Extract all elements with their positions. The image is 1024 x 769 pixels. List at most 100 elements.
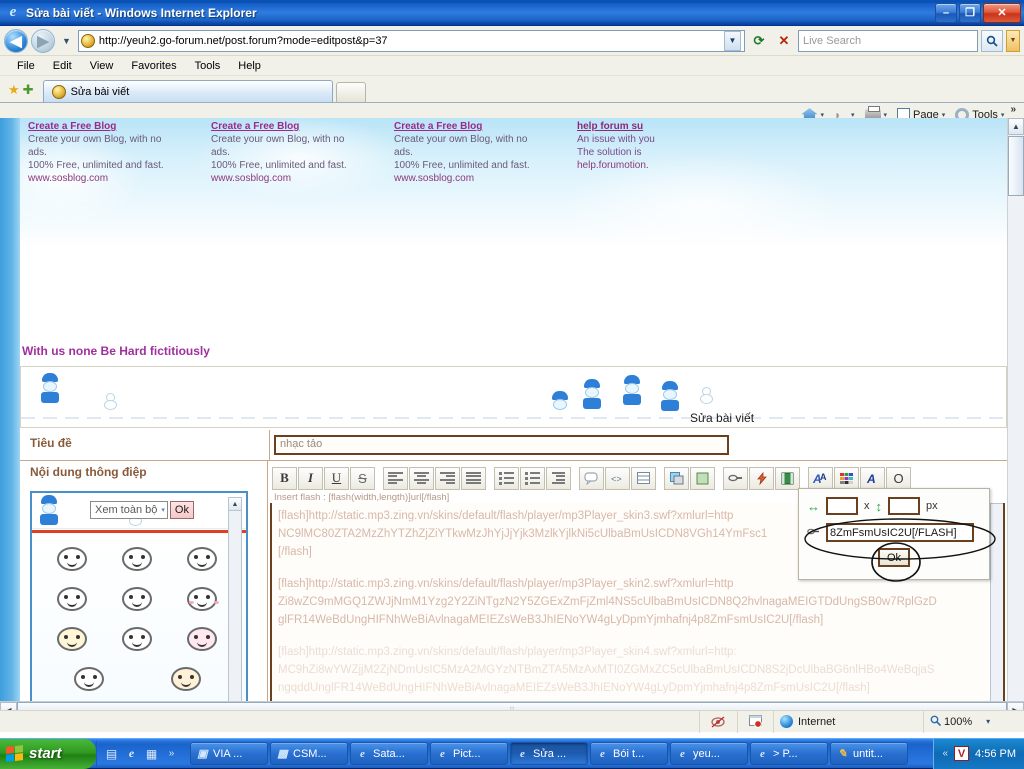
- chevron-down-icon[interactable]: ▾: [161, 506, 165, 514]
- security-zone[interactable]: Internet: [774, 710, 924, 733]
- align-center-button[interactable]: [409, 466, 434, 490]
- back-button[interactable]: ◀: [4, 28, 28, 53]
- textarea-scrollbar[interactable]: [990, 503, 1003, 718]
- menu-item-edit[interactable]: Edit: [44, 58, 81, 74]
- scroll-up-icon[interactable]: ▲: [1008, 118, 1024, 135]
- font-color-button[interactable]: AA: [808, 466, 833, 490]
- italic-button[interactable]: I: [298, 466, 323, 490]
- search-icon[interactable]: [981, 29, 1003, 52]
- indent-button[interactable]: [546, 466, 571, 490]
- stop-icon[interactable]: ✕: [773, 30, 795, 52]
- page-vertical-scrollbar[interactable]: ▲ ▼: [1007, 118, 1024, 718]
- underline-button[interactable]: U: [324, 466, 349, 490]
- scroll-up-icon[interactable]: ▲: [229, 498, 241, 511]
- refresh-icon[interactable]: ⟳: [748, 30, 770, 52]
- privacy-report-icon[interactable]: [700, 710, 738, 733]
- ad-title[interactable]: Create a Free Blog: [211, 120, 386, 133]
- ad-title[interactable]: Create a Free Blog: [28, 120, 203, 133]
- ad-item[interactable]: help forum su An issue with you The solu…: [569, 120, 752, 180]
- show-desktop-icon[interactable]: ▤: [104, 746, 119, 761]
- command-overflow-icon[interactable]: »: [1010, 103, 1016, 115]
- media-player-icon[interactable]: ▦: [144, 746, 159, 761]
- forward-button[interactable]: ▶: [31, 28, 55, 53]
- url-input[interactable]: http://yeuh2.go-forum.net/post.forum?mod…: [77, 29, 745, 52]
- menu-item-view[interactable]: View: [81, 58, 123, 74]
- add-to-favorites-icon[interactable]: ✚: [23, 82, 34, 102]
- flash-button[interactable]: [749, 466, 774, 490]
- smilies-scrollbar[interactable]: ▲ ▼: [228, 497, 242, 718]
- overflow-button[interactable]: O: [886, 466, 911, 490]
- smilies-dropdown[interactable]: Xem toàn bộ ▾: [90, 501, 168, 519]
- smiley-icon[interactable]: [73, 667, 108, 695]
- ad-item[interactable]: Create a Free Blog Create your own Blog,…: [386, 120, 569, 184]
- color-palette-button[interactable]: [834, 466, 859, 490]
- menu-item-help[interactable]: Help: [229, 58, 270, 74]
- list-bullet-button[interactable]: [494, 466, 519, 490]
- url-dropdown-icon[interactable]: ▼: [724, 30, 741, 51]
- task-button-active[interactable]: e Sửa ...: [510, 742, 588, 765]
- zoom-caret-icon[interactable]: ▾: [986, 717, 990, 726]
- smiley-icon[interactable]: [57, 587, 91, 615]
- smiley-icon[interactable]: [121, 547, 156, 575]
- subject-input[interactable]: nhạc tảo: [274, 435, 729, 455]
- scroll-track[interactable]: [1008, 196, 1024, 701]
- task-button[interactable]: e Bói t...: [590, 742, 668, 765]
- task-button[interactable]: ▩ CSM...: [270, 742, 348, 765]
- link-button[interactable]: [723, 466, 748, 490]
- ie-icon[interactable]: e: [124, 746, 139, 761]
- ad-item[interactable]: Create a Free Blog Create your own Blog,…: [20, 120, 203, 184]
- blocked-popups-icon[interactable]: [738, 710, 774, 733]
- start-button[interactable]: start: [0, 738, 96, 769]
- menu-item-favorites[interactable]: Favorites: [122, 58, 185, 74]
- smilies-ok-button[interactable]: Ok: [169, 501, 194, 519]
- scroll-button[interactable]: [690, 466, 715, 490]
- task-button[interactable]: ✎ untit...: [830, 742, 908, 765]
- close-button[interactable]: ✕: [983, 2, 1021, 23]
- smiley-icon[interactable]: [121, 627, 156, 655]
- search-dropdown-icon[interactable]: ▼: [1006, 29, 1020, 52]
- video-button[interactable]: [775, 466, 800, 490]
- font-style-button[interactable]: A: [860, 466, 885, 490]
- flash-width-input[interactable]: [826, 497, 858, 515]
- flash-ok-button[interactable]: Ok: [878, 548, 910, 567]
- minimize-button[interactable]: –: [935, 2, 957, 23]
- ad-item[interactable]: Create a Free Blog Create your own Blog,…: [203, 120, 386, 184]
- align-justify-button[interactable]: [461, 466, 486, 490]
- table-button[interactable]: [631, 466, 656, 490]
- smiley-icon[interactable]: [186, 627, 221, 655]
- task-button[interactable]: e yeu...: [670, 742, 748, 765]
- smiley-icon[interactable]: [186, 587, 221, 615]
- menu-item-tools[interactable]: Tools: [186, 58, 230, 74]
- quote-button[interactable]: [579, 466, 604, 490]
- tray-expand-icon[interactable]: «: [942, 748, 948, 759]
- align-left-button[interactable]: [383, 466, 408, 490]
- ad-title[interactable]: help forum su: [577, 120, 752, 133]
- ad-title[interactable]: Create a Free Blog: [394, 120, 569, 133]
- bold-button[interactable]: B: [272, 466, 297, 490]
- favorites-star-icon[interactable]: ★: [8, 82, 20, 102]
- flash-height-input[interactable]: [888, 497, 920, 515]
- task-button[interactable]: e > P...: [750, 742, 828, 765]
- maximize-button[interactable]: ❐: [959, 2, 981, 23]
- smiley-icon[interactable]: [57, 547, 91, 575]
- smiley-icon[interactable]: [121, 587, 156, 615]
- flash-url-input[interactable]: 8ZmFsmUsIC2U[/FLASH]: [826, 523, 974, 542]
- history-dropdown-icon[interactable]: ▼: [58, 36, 75, 46]
- tab-sua-bai-viet[interactable]: Sửa bài viết: [42, 80, 333, 102]
- more-chevron-icon[interactable]: »: [164, 746, 179, 761]
- smiley-icon[interactable]: [57, 627, 91, 655]
- strikethrough-button[interactable]: S: [350, 466, 375, 490]
- list-numbered-button[interactable]: [520, 466, 545, 490]
- new-tab-button[interactable]: [335, 82, 366, 102]
- task-button[interactable]: e Pict...: [430, 742, 508, 765]
- antivirus-tray-icon[interactable]: V: [954, 746, 970, 761]
- zoom-control[interactable]: 100% ▾: [924, 711, 1024, 733]
- search-input[interactable]: Live Search: [798, 29, 978, 52]
- task-button[interactable]: e Sata...: [350, 742, 428, 765]
- task-button[interactable]: ▣ VIA ...: [190, 742, 268, 765]
- align-right-button[interactable]: [435, 466, 460, 490]
- smiley-icon[interactable]: [170, 667, 205, 695]
- smiley-icon[interactable]: [186, 547, 221, 575]
- code-button[interactable]: <>: [605, 466, 630, 490]
- clock[interactable]: 4:56 PM: [975, 748, 1016, 760]
